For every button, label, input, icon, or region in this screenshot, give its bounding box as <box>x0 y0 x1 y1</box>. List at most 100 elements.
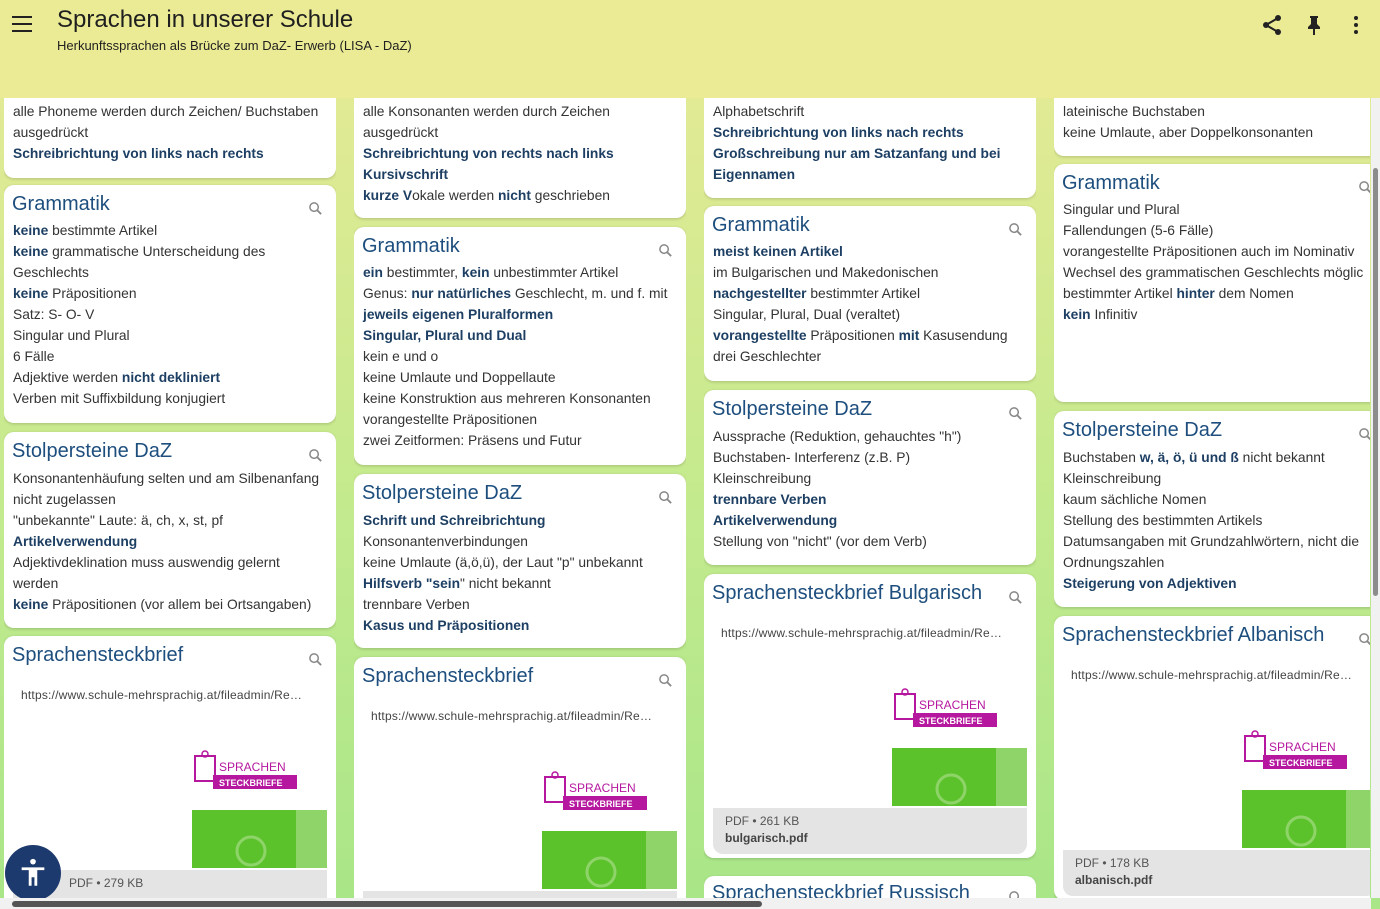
column-3: Alphabetschrift Schreibrichtung von links… <box>704 98 1036 898</box>
column-4: lateinische Buchstaben keine Umlaute, abe… <box>1054 98 1370 898</box>
accessibility-button[interactable] <box>5 845 61 901</box>
file-size: PDF • 178 KB <box>1075 856 1150 870</box>
file-info: PDF • 261 KB bulgarisch.pdf <box>713 808 1027 854</box>
logo-line2: STECKBRIEFE <box>569 799 633 809</box>
card-sprachensteckbrief-russisch[interactable]: Sprachensteckbrief Russisch <box>704 876 1036 898</box>
file-link[interactable]: https://www.schule-mehrsprachig.at/filea… <box>21 688 302 702</box>
page-subtitle: Herkunftssprachen als Brücke zum DaZ- Er… <box>57 38 412 53</box>
file-name[interactable]: albanisch.pdf <box>1075 873 1365 887</box>
card-grammatik[interactable]: Grammatik meist keinen Artikel im Bulgari… <box>704 206 1036 381</box>
card-schrift[interactable]: Alphabetschrift Schreibrichtung von links… <box>704 98 1036 198</box>
card-sprachensteckbrief-bulgarisch[interactable]: Sprachensteckbrief Bulgarisch https://ww… <box>704 574 1036 858</box>
text-line: keine grammatische Unterscheidung des <box>13 244 266 259</box>
card-lines: ein bestimmter, kein unbestimmter Artike… <box>363 262 667 451</box>
card-grammatik[interactable]: Grammatik Singular und Plural Fallendunge… <box>1054 164 1370 402</box>
text-line: Kleinschreibung <box>713 471 812 486</box>
text-line: Großschreibung nur am Satzanfang und bei <box>713 146 1001 161</box>
text-line: keine Umlaute (ä,ö,ü), der Laut "p" unbe… <box>363 555 643 570</box>
zoom-icon[interactable] <box>1358 180 1370 195</box>
file-link[interactable]: https://www.schule-mehrsprachig.at/filea… <box>721 626 1002 640</box>
zoom-icon[interactable] <box>658 673 673 688</box>
card-sprachensteckbrief-albanisch[interactable]: Sprachensteckbrief Albanisch https://www… <box>1054 616 1370 898</box>
text-line: Kasus und Präpositionen <box>363 618 530 633</box>
card-title: Sprachensteckbrief Albanisch <box>1062 624 1325 646</box>
file-name[interactable]: bulgarisch.pdf <box>725 831 1015 845</box>
text-line: zwei Zeitformen: Präsens und Futur <box>363 433 582 448</box>
text-line: Satz: S- O- V <box>13 307 95 322</box>
card-lines: Alphabetschrift Schreibrichtung von links… <box>713 101 1000 185</box>
text-line: Fallendungen (5-6 Fälle) <box>1063 223 1214 238</box>
card-schrift[interactable]: lateinische Buchstaben keine Umlaute, abe… <box>1054 98 1370 156</box>
pdf-thumbnail[interactable]: SPRACHEN STECKBRIEFE <box>1241 728 1370 848</box>
card-lines: alle Phoneme werden durch Zeichen/ Buchs… <box>13 101 318 164</box>
zoom-icon[interactable] <box>1008 590 1023 605</box>
pdf-thumbnail[interactable]: SPRACHEN STECKBRIEFE <box>541 769 677 889</box>
text-line: keine Präpositionen <box>13 286 137 301</box>
file-link[interactable]: https://www.schule-mehrsprachig.at/filea… <box>371 709 652 723</box>
zoom-icon[interactable] <box>658 490 673 505</box>
file-size: PDF • 279 KB <box>69 876 144 890</box>
text-line: trennbare Verben <box>713 492 827 507</box>
zoom-icon[interactable] <box>1358 427 1370 442</box>
text-line: keine Umlaute, aber Doppelkonsonanten <box>1063 125 1314 140</box>
text-line: meist keinen Artikel <box>713 244 843 259</box>
zoom-icon[interactable] <box>308 201 323 216</box>
page-title: Sprachen in unserer Schule <box>57 6 354 33</box>
card-title: Sprachensteckbrief Russisch <box>712 882 970 898</box>
text-line: keine bestimmte Artikel <box>13 223 158 238</box>
card-title: Grammatik <box>712 214 810 236</box>
zoom-icon[interactable] <box>1008 406 1023 421</box>
text-line: Stellung von "nicht" (vor dem Verb) <box>713 534 927 549</box>
card-lines: Schrift und Schreibrichtung Konsonantenve… <box>363 510 643 636</box>
card-schrift[interactable]: alle Phoneme werden durch Zeichen/ Buchs… <box>4 98 336 178</box>
file-size: PDF • 261 KB <box>725 814 800 828</box>
menu-icon[interactable] <box>12 16 32 34</box>
accessibility-icon <box>21 858 45 886</box>
vertical-scrollbar-thumb[interactable] <box>1373 168 1378 596</box>
horizontal-scrollbar-thumb[interactable] <box>12 901 762 907</box>
card-lines: Konsonantenhäufung selten und am Silbena… <box>13 468 319 615</box>
pdf-thumbnail[interactable]: SPRACHEN STECKBRIEFE <box>891 686 1027 806</box>
card-title: Stolpersteine DaZ <box>12 440 173 462</box>
card-stolpersteine[interactable]: Stolpersteine DaZ Buchstaben w, ä, ö, ü … <box>1054 411 1370 607</box>
zoom-icon[interactable] <box>1358 632 1370 647</box>
share-icon[interactable] <box>1260 13 1284 37</box>
card-schrift[interactable]: alle Konsonanten werden durch Zeichen aus… <box>354 98 686 218</box>
logo-line2: STECKBRIEFE <box>219 778 283 788</box>
zoom-icon[interactable] <box>658 243 673 258</box>
text-line: Geschlechts <box>13 265 89 280</box>
file-link[interactable]: https://www.schule-mehrsprachig.at/filea… <box>1071 668 1352 682</box>
card-grammatik[interactable]: Grammatik keine bestimmte Artikel keine g… <box>4 185 336 423</box>
text-line: Ordnungszahlen <box>1063 555 1165 570</box>
card-grammatik[interactable]: Grammatik ein bestimmter, kein unbestimm… <box>354 227 686 465</box>
pdf-thumbnail[interactable]: SPRACHEN STECKBRIEFE <box>191 748 327 868</box>
card-lines: Singular und Plural Fallendungen (5-6 Fäl… <box>1063 199 1363 325</box>
card-lines: alle Konsonanten werden durch Zeichen aus… <box>363 101 614 206</box>
text-line: Verben mit Suffixbildung konjugiert <box>13 391 226 406</box>
card-stolpersteine[interactable]: Stolpersteine DaZ Aussprache (Reduktion,… <box>704 390 1036 565</box>
zoom-icon[interactable] <box>308 652 323 667</box>
card-stolpersteine[interactable]: Stolpersteine DaZ Konsonantenhäufung sel… <box>4 432 336 628</box>
text-line: Datumsangaben mit Grundzahlwörtern, nich… <box>1063 534 1360 549</box>
text-line: vorangestellte Präpositionen auch im Nom… <box>1063 244 1355 259</box>
zoom-icon[interactable] <box>1008 890 1023 898</box>
text-line: drei Geschlechter <box>713 349 822 364</box>
card-title: Sprachensteckbrief Bulgarisch <box>712 582 983 604</box>
text-line: keine Konstruktion aus mehreren Konsonan… <box>363 391 651 406</box>
text-line: Stellung des bestimmten Artikels <box>1063 513 1263 528</box>
column-1: alle Phoneme werden durch Zeichen/ Buchs… <box>4 98 336 898</box>
text-line: nachgestellter bestimmter Artikel <box>713 286 921 301</box>
text-line: werden <box>13 576 59 591</box>
zoom-icon[interactable] <box>308 448 323 463</box>
pin-icon[interactable] <box>1302 13 1326 37</box>
text-line: alle Phoneme werden durch Zeichen/ Buchs… <box>13 104 319 119</box>
text-line: Kleinschreibung <box>1063 471 1162 486</box>
card-title: Grammatik <box>1062 172 1160 194</box>
zoom-icon[interactable] <box>1008 222 1023 237</box>
card-stolpersteine[interactable]: Stolpersteine DaZ Schrift und Schreibric… <box>354 474 686 648</box>
card-title: Stolpersteine DaZ <box>1062 419 1223 441</box>
text-line: Wechsel des grammatischen Geschlechts mö… <box>1063 265 1364 280</box>
card-sprachensteckbrief[interactable]: Sprachensteckbrief https://www.schule-me… <box>354 657 686 898</box>
text-line: Singular und Plural <box>13 328 130 343</box>
more-vert-icon[interactable] <box>1344 13 1368 37</box>
